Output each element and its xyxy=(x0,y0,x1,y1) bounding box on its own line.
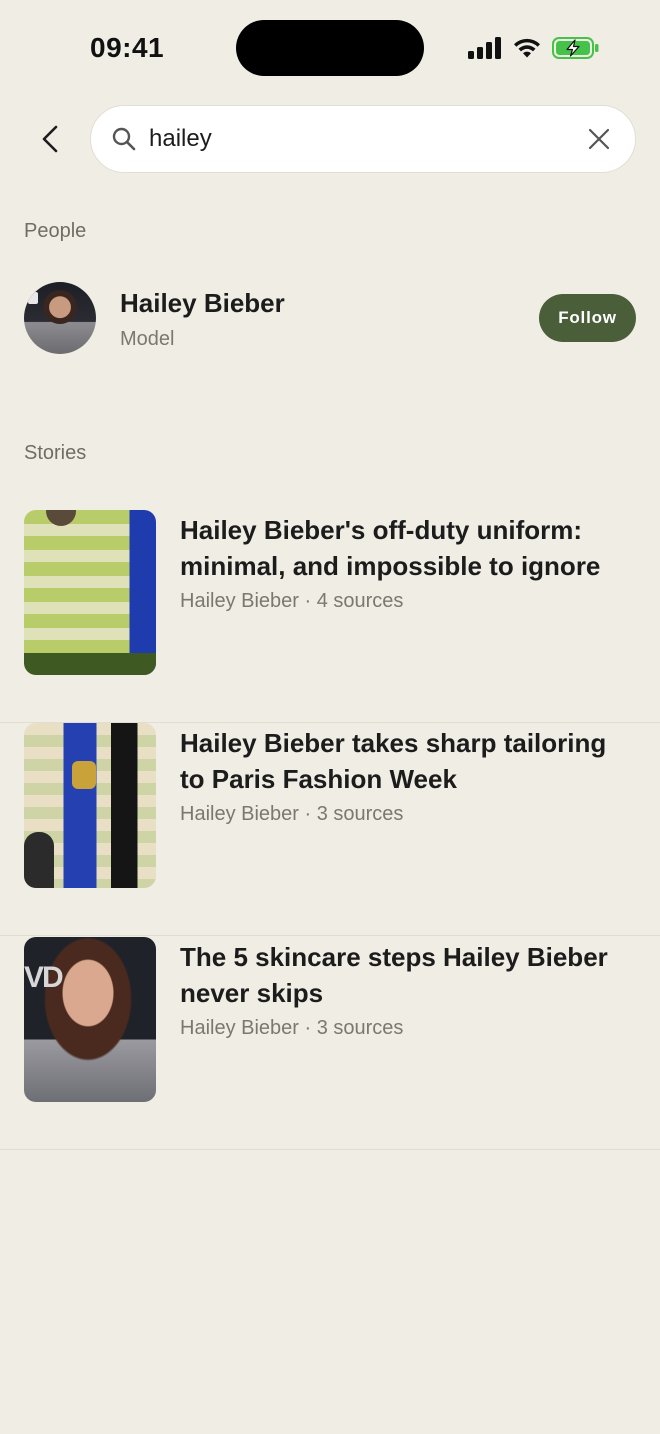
clear-search-button[interactable] xyxy=(579,119,619,159)
wifi-icon xyxy=(514,38,540,58)
status-time: 09:41 xyxy=(90,32,165,63)
story-item[interactable]: Hailey Bieber takes sharp tailoring to P… xyxy=(0,723,660,936)
search-field[interactable] xyxy=(90,105,636,173)
story-item[interactable]: The 5 skincare steps Hailey Bieber never… xyxy=(0,937,660,1150)
story-meta: Hailey Bieber · 3 sources xyxy=(180,803,404,825)
cellular-signal-icon xyxy=(468,37,501,59)
story-meta: Hailey Bieber · 4 sources xyxy=(180,590,404,612)
search-input[interactable] xyxy=(149,119,579,159)
search-bar-row xyxy=(0,104,660,174)
dynamic-island xyxy=(236,20,424,76)
back-arrow-icon xyxy=(42,125,58,153)
search-icon xyxy=(111,126,137,152)
person-role: Model xyxy=(120,328,175,350)
story-title: Hailey Bieber's off-duty uniform: minima… xyxy=(180,515,601,581)
back-button[interactable] xyxy=(30,119,70,159)
person-name: Hailey Bieber xyxy=(120,288,285,318)
avatar xyxy=(24,282,96,354)
person-result-row[interactable]: Hailey Bieber Model Follow xyxy=(0,276,660,366)
status-icons xyxy=(468,36,600,60)
follow-button[interactable]: Follow xyxy=(539,294,636,342)
stories-section-label: Stories xyxy=(24,442,87,464)
story-item[interactable]: Hailey Bieber's off-duty uniform: minima… xyxy=(0,510,660,723)
story-thumbnail xyxy=(24,937,156,1102)
people-section-label: People xyxy=(24,220,87,242)
status-bar: 09:41 xyxy=(0,0,660,96)
story-title: The 5 skincare steps Hailey Bieber never… xyxy=(180,942,608,1008)
battery-charging-icon xyxy=(552,37,599,59)
story-thumbnail xyxy=(24,723,156,888)
story-meta: Hailey Bieber · 3 sources xyxy=(180,1017,404,1039)
story-thumbnail xyxy=(24,510,156,675)
close-icon xyxy=(588,128,610,150)
search-results-screen: 09:41 hailey People Hailey Bieber Model … xyxy=(0,0,660,1434)
story-title: Hailey Bieber takes sharp tailoring to P… xyxy=(180,728,607,794)
